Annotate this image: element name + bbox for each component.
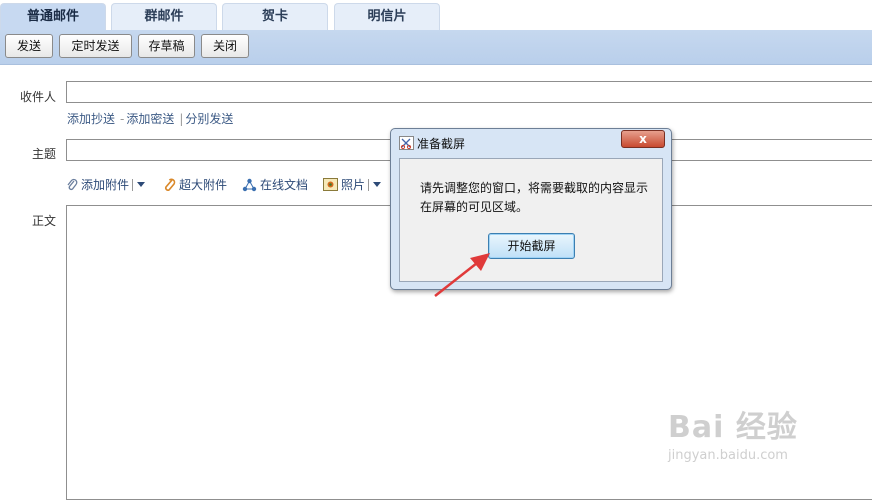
watermark-logo: Bai 经验 xyxy=(668,410,798,445)
baidu-watermark: Bai 经验 jingyan.baidu.com xyxy=(668,402,798,463)
watermark-url: jingyan.baidu.com xyxy=(668,448,788,463)
